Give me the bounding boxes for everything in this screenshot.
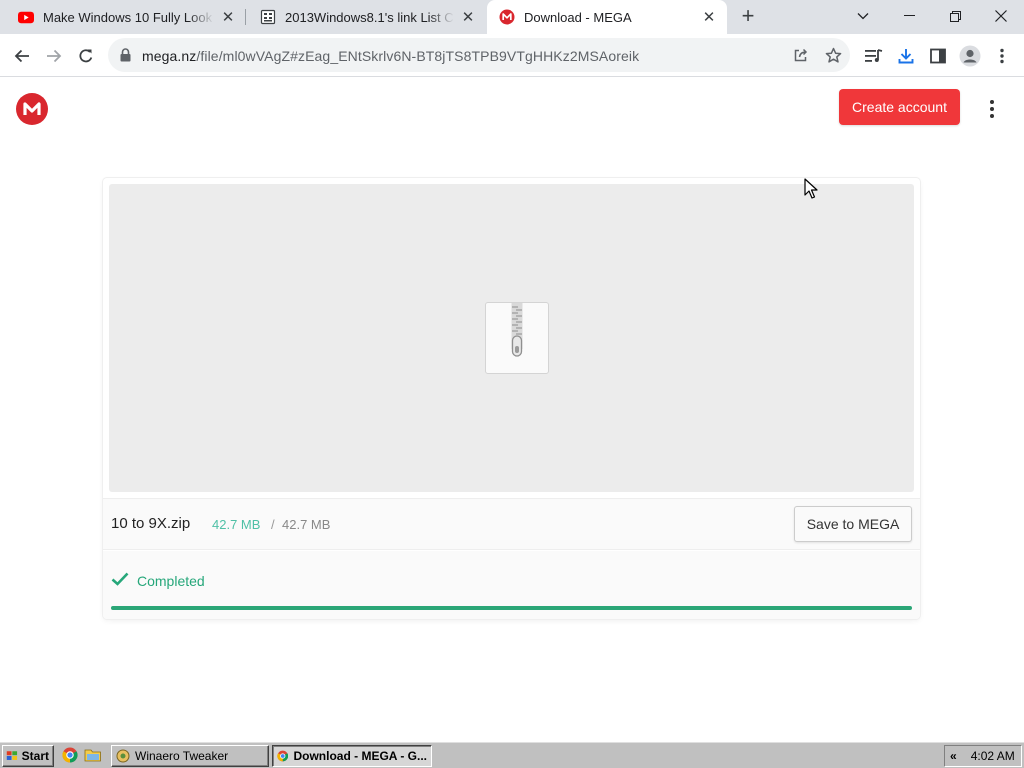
taskbar-task-mega[interactable]: Download - MEGA - G... [272, 745, 432, 767]
tab-search-chevron-icon[interactable] [840, 0, 886, 32]
system-tray: « 4:02 AM [944, 745, 1022, 767]
address-bar[interactable]: mega.nz/file/ml0wVAgZ#zEag_ENtSkrlv6N-BT… [108, 38, 850, 72]
forward-arrow-icon[interactable] [40, 42, 68, 70]
size-separator: / [271, 517, 275, 532]
profile-avatar-icon[interactable] [956, 42, 984, 70]
tab-title: Download - MEGA [524, 9, 632, 25]
checkmark-icon [111, 572, 129, 591]
browser-menu-icon[interactable] [988, 42, 1016, 70]
download-progress-bar [111, 606, 912, 610]
reload-icon[interactable] [72, 42, 100, 70]
total-size: 42.7 MB [282, 517, 331, 532]
tab-mega-download[interactable]: Download - MEGA ✕ [487, 0, 727, 34]
tray-expand-icon[interactable]: « [950, 749, 957, 763]
close-window-icon[interactable] [978, 0, 1024, 32]
close-tab-icon[interactable]: ✕ [460, 9, 476, 26]
downloaded-size: 42.7 MB [212, 517, 261, 532]
start-button[interactable]: Start [2, 745, 54, 767]
url-path: /file/ml0wVAgZ#zEag_ENtSkrlv6N-BT8jTS8TP… [196, 48, 640, 64]
file-info-bar: 10 to 9X.zip 42.7 MB / 42.7 MB Save to M… [103, 498, 920, 550]
page-menu-icon[interactable] [982, 97, 1002, 121]
folder-quicklaunch-icon[interactable] [84, 747, 102, 766]
chrome-quicklaunch-icon[interactable] [62, 747, 78, 766]
tab-title: 2013Windows8.1's link List Collection [285, 9, 454, 25]
mega-icon [499, 9, 515, 25]
windows-logo-icon [6, 751, 18, 760]
new-tab-button[interactable]: + [736, 5, 760, 29]
task-label: Winaero Tweaker [135, 749, 229, 763]
tab-title: Make Windows 10 Fully Look Like [43, 9, 214, 25]
task-label: Download - MEGA - G... [293, 749, 427, 763]
url-host: mega.nz [142, 48, 197, 64]
mega-logo[interactable] [16, 93, 48, 125]
download-status-bar: Completed [103, 551, 920, 619]
create-account-button[interactable]: Create account [839, 89, 960, 125]
mega-download-page: Create account 10 to 9X.zip 42.7 MB / 42… [0, 77, 1024, 741]
taskbar: Start Winaero Tweaker Download - MEGA - … [0, 741, 1024, 768]
file-preview-area [109, 184, 914, 492]
tab-youtube[interactable]: Make Windows 10 Fully Look Like ✕ [0, 0, 246, 34]
restore-icon[interactable] [932, 0, 978, 32]
browser-toolbar: mega.nz/file/ml0wVAgZ#zEag_ENtSkrlv6N-BT… [0, 34, 1024, 77]
download-icon[interactable] [892, 42, 920, 70]
back-arrow-icon[interactable] [8, 42, 36, 70]
start-label: Start [21, 749, 49, 763]
close-tab-icon[interactable]: ✕ [220, 9, 236, 26]
taskbar-task-winaero[interactable]: Winaero Tweaker [111, 745, 269, 767]
youtube-icon [18, 9, 34, 25]
document-icon [260, 9, 276, 25]
minimize-icon[interactable] [886, 0, 932, 32]
mouse-cursor-icon [804, 178, 818, 199]
winaero-icon [116, 749, 130, 763]
lock-icon[interactable] [120, 48, 131, 67]
download-status-text: Completed [137, 573, 205, 589]
tab-link-list[interactable]: 2013Windows8.1's link List Collection ✕ [246, 0, 486, 34]
share-icon[interactable] [790, 44, 812, 66]
file-download-card: 10 to 9X.zip 42.7 MB / 42.7 MB Save to M… [103, 178, 920, 619]
url-text[interactable]: mega.nz/file/ml0wVAgZ#zEag_ENtSkrlv6N-BT… [142, 48, 639, 64]
save-to-mega-button[interactable]: Save to MEGA [794, 506, 912, 542]
clock[interactable]: 4:02 AM [971, 749, 1015, 763]
zip-file-icon [485, 302, 549, 374]
file-name: 10 to 9X.zip [111, 515, 191, 532]
browser-tab-strip: Make Windows 10 Fully Look Like ✕ 2013Wi… [0, 0, 1024, 34]
close-tab-icon[interactable]: ✕ [701, 9, 717, 26]
media-queue-icon[interactable] [860, 42, 888, 70]
bookmark-star-icon[interactable] [822, 44, 844, 66]
chrome-icon [277, 750, 289, 762]
progress-fill [111, 606, 912, 610]
side-panel-icon[interactable] [924, 42, 952, 70]
